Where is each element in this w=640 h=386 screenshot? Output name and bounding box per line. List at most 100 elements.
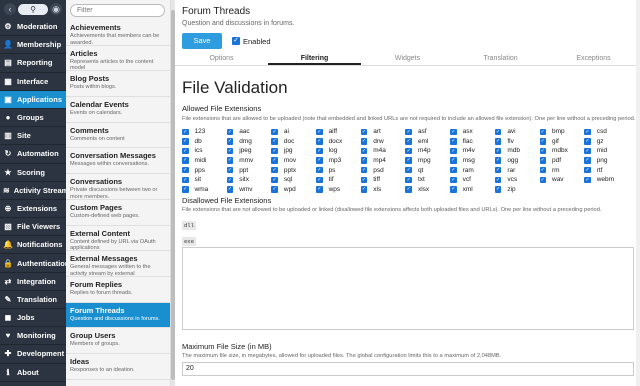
extension-checkbox[interactable]: ✓	[539, 128, 546, 136]
extension-checkbox[interactable]: ✓	[450, 147, 457, 155]
list-item[interactable]: External Content Content defined by URL v…	[66, 226, 170, 252]
extension-checkbox[interactable]: ✓	[494, 186, 502, 193]
extension-checkbox[interactable]: ✓	[226, 176, 234, 184]
extension-checkbox[interactable]: ✓	[584, 157, 591, 164]
extension-checkbox[interactable]: ✓	[360, 166, 368, 174]
extension-checkbox[interactable]: ✓	[226, 128, 234, 136]
collapse-icon[interactable]: ‹	[4, 3, 16, 15]
extension-checkbox[interactable]: ✓	[584, 166, 591, 174]
list-item[interactable]: Forum Replies Replies to forum threads.	[66, 277, 170, 303]
enabled-checkbox[interactable]: ✓	[232, 37, 240, 45]
filter-input[interactable]	[70, 4, 165, 17]
save-button[interactable]: Save	[182, 33, 222, 49]
sidebar-item-applications[interactable]: ▣ Applications	[0, 90, 66, 109]
extension-checkbox[interactable]: ✓	[494, 128, 502, 136]
sidebar-item-interface[interactable]: ▦ Interface	[0, 73, 66, 91]
sidebar-item-membership[interactable]: 👤 Membership	[0, 36, 66, 55]
extension-checkbox[interactable]: ✓	[405, 147, 412, 155]
extension-checkbox[interactable]: ✓	[360, 186, 368, 193]
list-item[interactable]: Conversations Private discussions between…	[66, 174, 170, 200]
sidebar-item-integration[interactable]: ⇄ Integration	[0, 273, 66, 291]
sidebar-item-authentication[interactable]: 🔒 Authentication	[0, 254, 66, 273]
extension-checkbox[interactable]: ✓	[405, 128, 412, 136]
tab-options[interactable]: Options	[175, 55, 268, 65]
extension-checkbox[interactable]: ✓	[316, 166, 323, 174]
sidebar-item-automation[interactable]: ↻ Automation	[0, 145, 66, 164]
extension-checkbox[interactable]: ✓	[316, 138, 323, 145]
sidebar-item-activity-stream[interactable]: ≋ Activity Stream	[0, 182, 66, 200]
extension-checkbox[interactable]: ✓	[271, 186, 278, 193]
extension-checkbox[interactable]: ✓	[360, 157, 368, 164]
extension-checkbox[interactable]: ✓	[271, 138, 278, 145]
extension-checkbox[interactable]: ✓	[539, 138, 546, 145]
extension-checkbox[interactable]: ✓	[584, 128, 591, 136]
extension-checkbox[interactable]: ✓	[182, 186, 189, 193]
tab-filtering[interactable]: Filtering	[268, 55, 361, 65]
sidebar-item-development[interactable]: ✚ Development	[0, 345, 66, 364]
extension-checkbox[interactable]: ✓	[450, 166, 457, 174]
list-item[interactable]: Custom Pages Custom-defined web pages.	[66, 200, 170, 226]
extension-checkbox[interactable]: ✓	[271, 176, 278, 184]
user-avatar[interactable]: ◉	[50, 3, 62, 15]
extension-checkbox[interactable]: ✓	[316, 157, 323, 164]
sidebar-item-jobs[interactable]: ◼ Jobs	[0, 309, 66, 328]
extension-checkbox[interactable]: ✓	[539, 157, 546, 164]
extension-checkbox[interactable]: ✓	[226, 166, 234, 174]
extension-checkbox[interactable]: ✓	[226, 138, 234, 145]
sidebar-item-moderation[interactable]: ⚙ Moderation	[0, 18, 66, 37]
extension-checkbox[interactable]: ✓	[226, 147, 234, 155]
extension-checkbox[interactable]: ✓	[360, 176, 368, 184]
main-scrollbar[interactable]	[636, 0, 640, 386]
extension-checkbox[interactable]: ✓	[360, 147, 368, 155]
list-item[interactable]: Comments Comments on content	[66, 123, 170, 149]
extension-checkbox[interactable]: ✓	[182, 157, 189, 164]
extension-checkbox[interactable]: ✓	[494, 157, 502, 164]
extension-checkbox[interactable]: ✓	[271, 166, 278, 174]
list-item[interactable]: Achievements Achievements that members ca…	[66, 20, 170, 46]
extension-checkbox[interactable]: ✓	[182, 138, 189, 145]
extension-checkbox[interactable]: ✓	[182, 128, 189, 136]
extension-checkbox[interactable]: ✓	[584, 176, 591, 184]
tab-widgets[interactable]: Widgets	[361, 55, 454, 65]
extension-checkbox[interactable]: ✓	[405, 157, 412, 164]
extension-checkbox[interactable]: ✓	[316, 128, 323, 136]
sidebar-item-file-viewers[interactable]: ▧ File Viewers	[0, 218, 66, 237]
extension-checkbox[interactable]: ✓	[405, 138, 412, 145]
extension-checkbox[interactable]: ✓	[226, 157, 234, 164]
extension-checkbox[interactable]: ✓	[450, 176, 457, 184]
search-icon[interactable]: ⚲	[18, 3, 48, 15]
extension-checkbox[interactable]: ✓	[182, 176, 189, 184]
extension-checkbox[interactable]: ✓	[226, 186, 234, 193]
list-item[interactable]: Conversation Messages Messages within con…	[66, 148, 170, 175]
sidebar-item-extensions[interactable]: ⊕ Extensions	[0, 200, 66, 219]
list-item[interactable]: Blog Posts Posts within blogs.	[66, 71, 170, 98]
sidebar-item-monitoring[interactable]: ♥ Monitoring	[0, 327, 66, 346]
extension-checkbox[interactable]: ✓	[494, 147, 502, 155]
max-file-size-input[interactable]: 20	[182, 362, 634, 376]
list-item[interactable]: Ideas Responses to an ideation.	[66, 354, 170, 380]
extension-checkbox[interactable]: ✓	[405, 176, 412, 184]
extension-checkbox[interactable]: ✓	[584, 147, 591, 155]
extension-checkbox[interactable]: ✓	[182, 166, 189, 174]
list-item[interactable]: Articles Represents articles to the conte…	[66, 46, 170, 72]
extension-checkbox[interactable]: ✓	[494, 176, 502, 184]
extension-checkbox[interactable]: ✓	[494, 166, 502, 174]
extension-checkbox[interactable]: ✓	[539, 147, 546, 155]
extension-checkbox[interactable]: ✓	[360, 128, 368, 136]
sidebar-item-about[interactable]: ℹ About	[0, 364, 66, 382]
disallowed-extensions-textarea[interactable]	[182, 247, 634, 330]
tab-exceptions[interactable]: Exceptions	[547, 55, 640, 65]
sidebar-item-translation[interactable]: ✎ Translation	[0, 291, 66, 309]
list-item[interactable]: External Messages General messages writte…	[66, 251, 170, 277]
extension-checkbox[interactable]: ✓	[539, 166, 546, 174]
list-item[interactable]: Forum Threads Question and discussions in…	[66, 302, 170, 329]
extension-checkbox[interactable]: ✓	[405, 186, 412, 193]
extension-checkbox[interactable]: ✓	[405, 166, 412, 174]
extension-checkbox[interactable]: ✓	[271, 128, 278, 136]
sidebar-item-site[interactable]: ▥ Site	[0, 127, 66, 146]
sidebar-item-groups[interactable]: ● Groups	[0, 109, 66, 128]
sidebar-item-notifications[interactable]: 🔔 Notifications	[0, 236, 66, 255]
extension-checkbox[interactable]: ✓	[584, 138, 591, 145]
extension-checkbox[interactable]: ✓	[450, 157, 457, 164]
list-item[interactable]: Calendar Events Events on calendars.	[66, 97, 170, 123]
